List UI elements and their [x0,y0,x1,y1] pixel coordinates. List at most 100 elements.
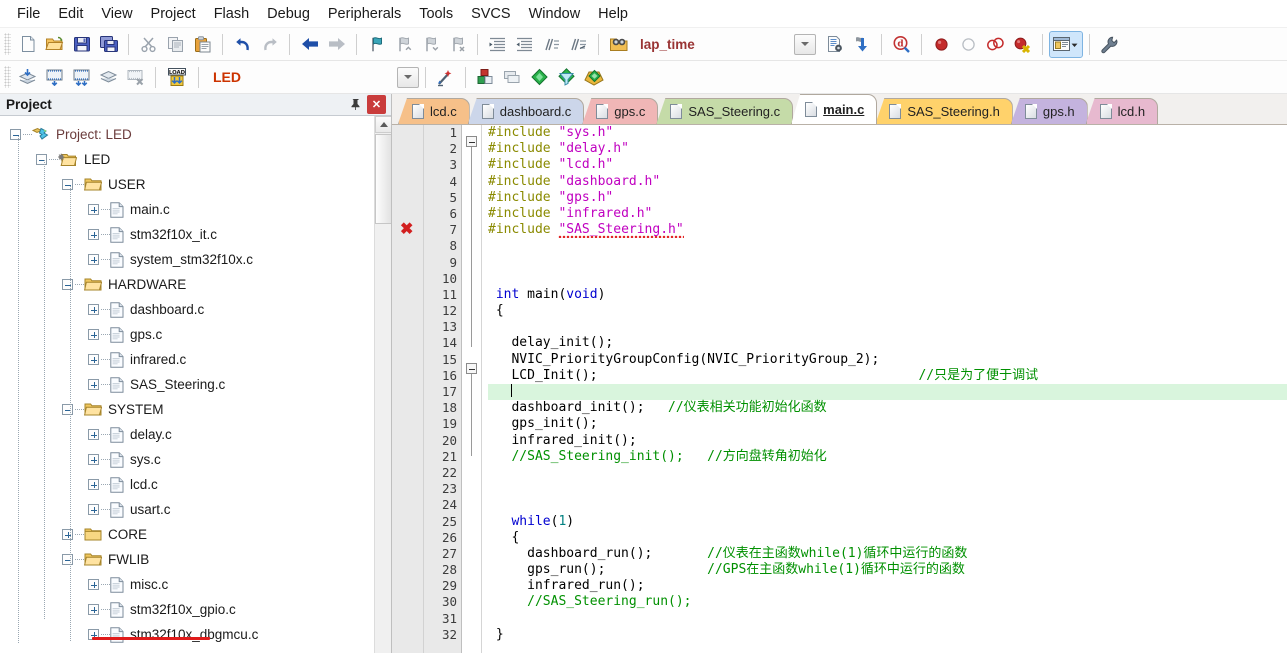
tree-item-delay-c[interactable]: delay.c [4,422,391,447]
insert-file-button[interactable] [822,32,847,57]
manage-run-time-env-button[interactable] [527,65,552,90]
tree-item-sys-c[interactable]: sys.c [4,447,391,472]
batch-build-button[interactable] [96,65,121,90]
tree-item-infrared-c[interactable]: infrared.c [4,347,391,372]
project-scrollbar[interactable] [374,116,391,653]
code-line[interactable] [488,255,1287,271]
bookmark-toggle-button[interactable] [364,32,389,57]
navigate-back-button[interactable] [297,32,322,57]
code-line[interactable]: LCD_Init(); //只是为了便于调试 [488,368,1287,384]
editor-tab-gps-h[interactable]: gps.h [1010,98,1088,124]
code-line[interactable] [488,319,1287,335]
expand-plus-icon[interactable] [88,304,99,315]
code-line[interactable]: delay_init(); [488,335,1287,351]
stop-build-button[interactable] [123,65,148,90]
collapse-minus-icon[interactable] [62,179,73,190]
tree-item-fwlib[interactable]: FWLIB [4,547,391,572]
code-line[interactable]: gps_init(); [488,416,1287,432]
expand-plus-icon[interactable] [88,579,99,590]
code-line[interactable] [488,611,1287,627]
code-line[interactable] [488,238,1287,254]
editor-tab-dashboard-c[interactable]: dashboard.c [467,98,585,124]
target-combo-dropdown[interactable] [397,66,419,88]
menu-item-window[interactable]: Window [520,3,590,25]
collapse-minus-icon[interactable] [36,154,47,165]
rebuild-all-button[interactable] [69,65,94,90]
code-line[interactable]: #include "SAS_Steering.h" [488,222,1287,241]
build-target-button[interactable] [42,65,67,90]
disable-all-breakpoints-button[interactable] [983,32,1008,57]
save-all-button[interactable] [96,32,121,57]
tree-item-project-led[interactable]: Project: LED [4,122,391,147]
manage-project-items-button[interactable] [473,65,498,90]
menu-item-svcs[interactable]: SVCS [462,3,520,25]
select-software-packs-button[interactable] [554,65,579,90]
tree-item-gps-c[interactable]: gps.c [4,322,391,347]
expand-plus-icon[interactable] [88,204,99,215]
start-debug-session-button[interactable]: d [889,32,914,57]
project-windows-button[interactable] [1049,30,1083,58]
error-gutter[interactable]: ✖ [392,125,424,653]
menu-item-debug[interactable]: Debug [258,3,319,25]
code-line[interactable]: #include "lcd.h" [488,157,1287,173]
bookmark-prev-button[interactable] [391,32,416,57]
tree-item-system[interactable]: SYSTEM [4,397,391,422]
menu-item-view[interactable]: View [92,3,141,25]
tree-item-misc-c[interactable]: misc.c [4,572,391,597]
tree-item-stm32f10x-gpio-c[interactable]: stm32f10x_gpio.c [4,597,391,622]
editor-tab-lcd-c[interactable]: lcd.c [398,98,470,124]
comment-block-button[interactable] [539,32,564,57]
find-in-files-button[interactable] [606,32,631,57]
code-line[interactable]: #include "sys.h" [488,125,1287,141]
undo-button[interactable] [230,32,255,57]
collapse-minus-icon[interactable] [62,404,73,415]
code-line[interactable]: NVIC_PriorityGroupConfig(NVIC_PriorityGr… [488,352,1287,368]
fold-box-main[interactable] [466,136,477,147]
editor-tab-sas-steering-h[interactable]: SAS_Steering.h [875,98,1013,124]
collapse-minus-icon[interactable] [62,554,73,565]
menu-item-edit[interactable]: Edit [49,3,92,25]
bookmark-clear-button[interactable] [445,32,470,57]
close-panel-button[interactable]: ✕ [367,95,386,114]
expand-plus-icon[interactable] [88,479,99,490]
translate-file-button[interactable] [15,65,40,90]
code-line[interactable]: //SAS_Steering_run(); [488,594,1287,610]
insert-breakpoint-button[interactable] [929,32,954,57]
save-file-button[interactable] [69,32,94,57]
tree-item-usart-c[interactable]: usart.c [4,497,391,522]
tree-item-stm32f10x-it-c[interactable]: stm32f10x_it.c [4,222,391,247]
enable-breakpoint-button[interactable] [956,32,981,57]
copy-button[interactable] [163,32,188,57]
editor-tab-sas-steering-c[interactable]: SAS_Steering.c [656,98,794,124]
scroll-up-button[interactable] [375,116,391,133]
fold-box-while[interactable] [466,363,477,374]
code-line[interactable]: dashboard_run(); //仪表在主函数while(1)循环中运行的函… [488,546,1287,562]
tree-item-hardware[interactable]: HARDWARE [4,272,391,297]
toolbar-grip[interactable] [4,66,11,88]
code-line[interactable]: int main(void) [488,287,1287,303]
new-file-button[interactable] [15,32,40,57]
target-options-wizard-button[interactable] [433,65,458,90]
bookmark-next-button[interactable] [418,32,443,57]
redo-button[interactable] [257,32,282,57]
expand-plus-icon[interactable] [62,529,73,540]
code-line[interactable]: infrared_init(); [488,433,1287,449]
code-line[interactable] [488,384,1287,401]
code-line[interactable]: gps_run(); //GPS在主函数while(1)循环中运行的函数 [488,562,1287,578]
code-line[interactable]: #include "gps.h" [488,190,1287,206]
expand-plus-icon[interactable] [88,379,99,390]
code-line[interactable]: #include "dashboard.h" [488,174,1287,190]
editor-tab-main-c[interactable]: main.c [791,94,878,124]
expand-plus-icon[interactable] [88,229,99,240]
code-line[interactable]: { [488,303,1287,319]
expand-plus-icon[interactable] [88,604,99,615]
code-line[interactable]: #include "delay.h" [488,141,1287,157]
open-file-button[interactable] [42,32,67,57]
find-combo-value[interactable]: lap_time [632,37,794,52]
code-line[interactable] [488,271,1287,287]
expand-plus-icon[interactable] [88,454,99,465]
target-combo-value[interactable]: LED [205,69,397,85]
code-line[interactable]: infrared_run(); [488,578,1287,594]
menu-item-flash[interactable]: Flash [205,3,258,25]
tree-item-system-stm32f10x-c[interactable]: system_stm32f10x.c [4,247,391,272]
